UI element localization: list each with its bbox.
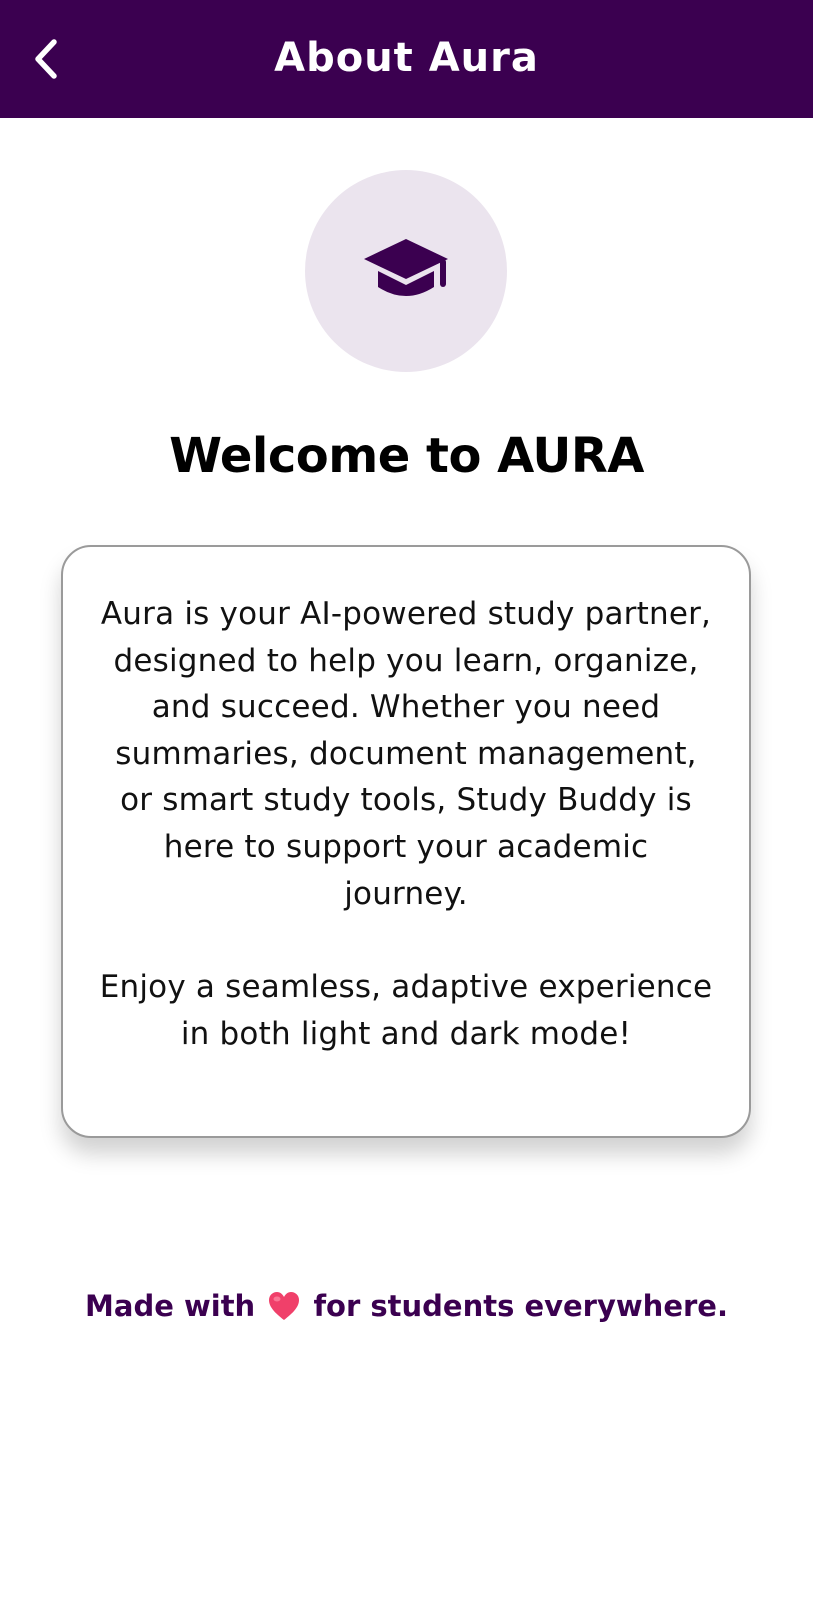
- about-paragraph-1: Aura is your AI-powered study partner, d…: [100, 596, 712, 912]
- graduation-cap-icon: [364, 239, 448, 296]
- footer-text-before: Made with: [85, 1289, 256, 1323]
- app-avatar: [305, 170, 507, 372]
- page-title: About Aura: [274, 35, 539, 81]
- heart-icon: [269, 1292, 300, 1320]
- app-bar: About Aura: [0, 0, 813, 118]
- about-paragraph-2: Enjoy a seamless, adaptive experience in…: [99, 969, 713, 1052]
- footer-text-after: for students everywhere.: [313, 1289, 728, 1323]
- footer-tagline: Made with for students everywhere.: [0, 1286, 813, 1326]
- welcome-heading: Welcome to AURA: [169, 428, 644, 484]
- about-card: Aura is your AI-powered study partner, d…: [61, 545, 751, 1138]
